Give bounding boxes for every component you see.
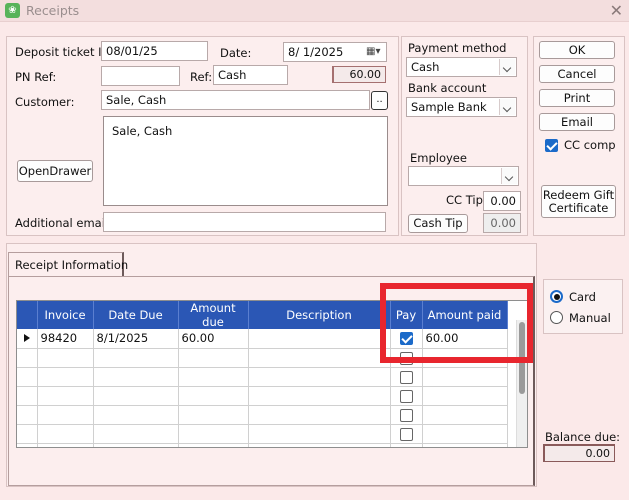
employee-select[interactable] bbox=[408, 166, 519, 186]
print-button[interactable]: Print bbox=[539, 89, 615, 107]
cc-tip-field[interactable]: 0.00 bbox=[483, 191, 521, 211]
customer-label: Customer: bbox=[15, 95, 75, 109]
deposit-ticket-id-field[interactable]: 08/01/25 bbox=[101, 41, 208, 61]
table-row[interactable] bbox=[17, 367, 508, 387]
payment-method-select[interactable]: Cash bbox=[406, 57, 517, 77]
window-title: Receipts bbox=[26, 3, 80, 18]
manual-radio[interactable] bbox=[550, 311, 563, 324]
close-icon[interactable]: ✕ bbox=[610, 0, 623, 22]
col-amount-due[interactable]: Amount due bbox=[178, 301, 249, 329]
cancel-button[interactable]: Cancel bbox=[539, 65, 615, 83]
row-indicator-header bbox=[17, 301, 38, 329]
customer-lookup-button[interactable]: .. bbox=[371, 91, 388, 110]
ref-label: Ref: bbox=[190, 70, 213, 84]
highlight-box bbox=[380, 283, 533, 363]
table-row[interactable] bbox=[17, 386, 508, 406]
payment-method-value: Cash bbox=[411, 60, 440, 74]
cell-amount-due[interactable]: 60.00 bbox=[178, 329, 249, 349]
cc-comp-label: CC comp bbox=[564, 138, 616, 152]
tab-label: Receipt Information bbox=[15, 258, 129, 272]
cell-invoice[interactable]: 98420 bbox=[37, 329, 94, 349]
cc-comp-checkbox[interactable] bbox=[545, 139, 558, 152]
email-button[interactable]: Email bbox=[539, 113, 615, 131]
bank-account-label: Bank account bbox=[408, 81, 487, 95]
card-radio[interactable] bbox=[550, 290, 563, 303]
payment-mode-panel bbox=[543, 279, 623, 334]
row-indicator bbox=[17, 386, 38, 406]
chevron-down-icon[interactable] bbox=[499, 59, 515, 75]
row-indicator bbox=[17, 348, 38, 368]
redeem-gift-certificate-button[interactable]: Redeem Gift Certificate bbox=[541, 185, 616, 218]
table-row[interactable] bbox=[17, 424, 508, 444]
app-icon: ❀ bbox=[5, 3, 20, 18]
pay-checkbox[interactable] bbox=[399, 446, 413, 447]
cash-tip-button[interactable]: Cash Tip bbox=[408, 214, 468, 233]
employee-label: Employee bbox=[410, 151, 467, 165]
pay-checkbox[interactable] bbox=[399, 427, 413, 441]
bank-account-value: Sample Bank bbox=[411, 100, 487, 114]
additional-email-label: Additional email bbox=[15, 216, 109, 230]
col-invoice[interactable]: Invoice bbox=[37, 301, 94, 329]
date-picker[interactable]: 8/ 1/2025 ▦▾ bbox=[283, 42, 387, 62]
row-indicator bbox=[17, 367, 38, 387]
row-indicator bbox=[17, 405, 38, 425]
ref-field[interactable]: Cash bbox=[213, 65, 288, 85]
pay-checkbox[interactable] bbox=[399, 370, 413, 384]
row-indicator bbox=[17, 443, 38, 447]
redeem-line-2: Certificate bbox=[548, 201, 609, 215]
ok-button[interactable]: OK bbox=[539, 41, 615, 59]
cash-tip-field: 0.00 bbox=[483, 213, 521, 233]
open-drawer-button[interactable]: OpenDrawer bbox=[17, 160, 93, 182]
date-value: 8/ 1/2025 bbox=[288, 45, 344, 59]
cc-tip-label: CC Tip bbox=[446, 193, 483, 207]
card-label: Card bbox=[569, 290, 596, 304]
row-indicator bbox=[17, 424, 38, 444]
pay-checkbox[interactable] bbox=[399, 408, 413, 422]
chevron-down-icon[interactable] bbox=[499, 99, 515, 115]
pay-checkbox[interactable] bbox=[399, 389, 413, 403]
chevron-down-icon[interactable] bbox=[501, 168, 517, 184]
pn-ref-field[interactable] bbox=[101, 66, 180, 86]
amount-display: 60.00 bbox=[332, 66, 386, 83]
tab-receipt-information[interactable]: Receipt Information bbox=[8, 252, 128, 276]
title-bar: ❀ Receipts ✕ bbox=[0, 0, 629, 22]
col-date-due[interactable]: Date Due bbox=[93, 301, 179, 329]
balance-due-label: Balance due: bbox=[545, 430, 621, 444]
manual-label: Manual bbox=[569, 311, 611, 325]
table-row[interactable] bbox=[17, 443, 508, 447]
pn-ref-label: PN Ref: bbox=[15, 70, 57, 84]
balance-due-value: 0.00 bbox=[543, 444, 615, 462]
additional-email-field[interactable] bbox=[103, 212, 386, 232]
address-box[interactable]: Sale, Cash bbox=[103, 116, 388, 206]
date-label: Date: bbox=[220, 46, 252, 60]
bank-account-select[interactable]: Sample Bank bbox=[406, 97, 517, 117]
col-description[interactable]: Description bbox=[248, 301, 391, 329]
table-row[interactable] bbox=[17, 405, 508, 425]
deposit-ticket-id-label: Deposit ticket ID bbox=[15, 45, 111, 59]
cell-description[interactable] bbox=[248, 329, 391, 349]
cell-date-due[interactable]: 8/1/2025 bbox=[93, 329, 179, 349]
payment-method-label: Payment method bbox=[408, 41, 507, 55]
customer-field[interactable]: Sale, Cash bbox=[101, 90, 370, 110]
row-indicator bbox=[17, 329, 38, 349]
calendar-icon[interactable]: ▦▾ bbox=[366, 45, 382, 59]
